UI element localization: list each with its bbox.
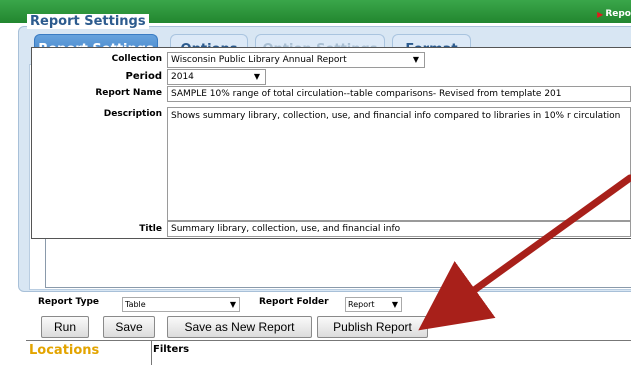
period-value: 2014 <box>171 72 194 82</box>
report-settings-form: Collection Wisconsin Public Library Annu… <box>31 47 631 239</box>
report-folder-value: Report <box>348 300 375 309</box>
dropdown-arrow-icon: ▼ <box>229 300 236 309</box>
report-type-select[interactable]: Table ▼ <box>122 297 240 312</box>
report-folder-select[interactable]: Report ▼ <box>345 297 402 312</box>
report-type-value: Table <box>125 300 146 309</box>
dropdown-arrow-icon: ▼ <box>253 72 260 81</box>
collection-select[interactable]: Wisconsin Public Library Annual Report ▼ <box>167 52 425 68</box>
section-legend: Report Settings <box>27 14 149 29</box>
locations-header[interactable]: Locations <box>26 341 152 365</box>
period-label: Period <box>125 71 163 82</box>
collection-value: Wisconsin Public Library Annual Report <box>171 55 347 65</box>
collection-label: Collection <box>111 54 162 64</box>
description-label: Description <box>103 109 162 119</box>
breadcrumb-label: Repo <box>605 9 631 19</box>
save-button[interactable]: Save <box>103 316 155 338</box>
locations-filters-table: Locations Filters <box>26 340 631 365</box>
save-as-new-report-button[interactable]: Save as New Report <box>167 316 312 338</box>
dropdown-arrow-icon: ▼ <box>412 55 419 64</box>
run-button[interactable]: Run <box>41 316 89 338</box>
report-folder-label: Report Folder <box>259 297 329 307</box>
title-label: Title <box>139 224 162 234</box>
description-textarea[interactable]: Shows summary library, collection, use, … <box>167 107 631 221</box>
title-input[interactable]: Summary library, collection, use, and fi… <box>167 221 631 237</box>
report-name-input[interactable]: SAMPLE 10% range of total circulation--t… <box>167 86 631 102</box>
period-select[interactable]: 2014 ▼ <box>167 69 266 85</box>
report-type-label: Report Type <box>38 297 100 307</box>
breadcrumb[interactable]: ▶ Repo <box>597 9 631 19</box>
triangle-right-icon: ▶ <box>597 9 604 19</box>
publish-report-button[interactable]: Publish Report <box>317 316 428 338</box>
report-name-label: Report Name <box>95 88 162 98</box>
filters-header: Filters <box>153 344 190 355</box>
dropdown-arrow-icon: ▼ <box>391 300 398 309</box>
